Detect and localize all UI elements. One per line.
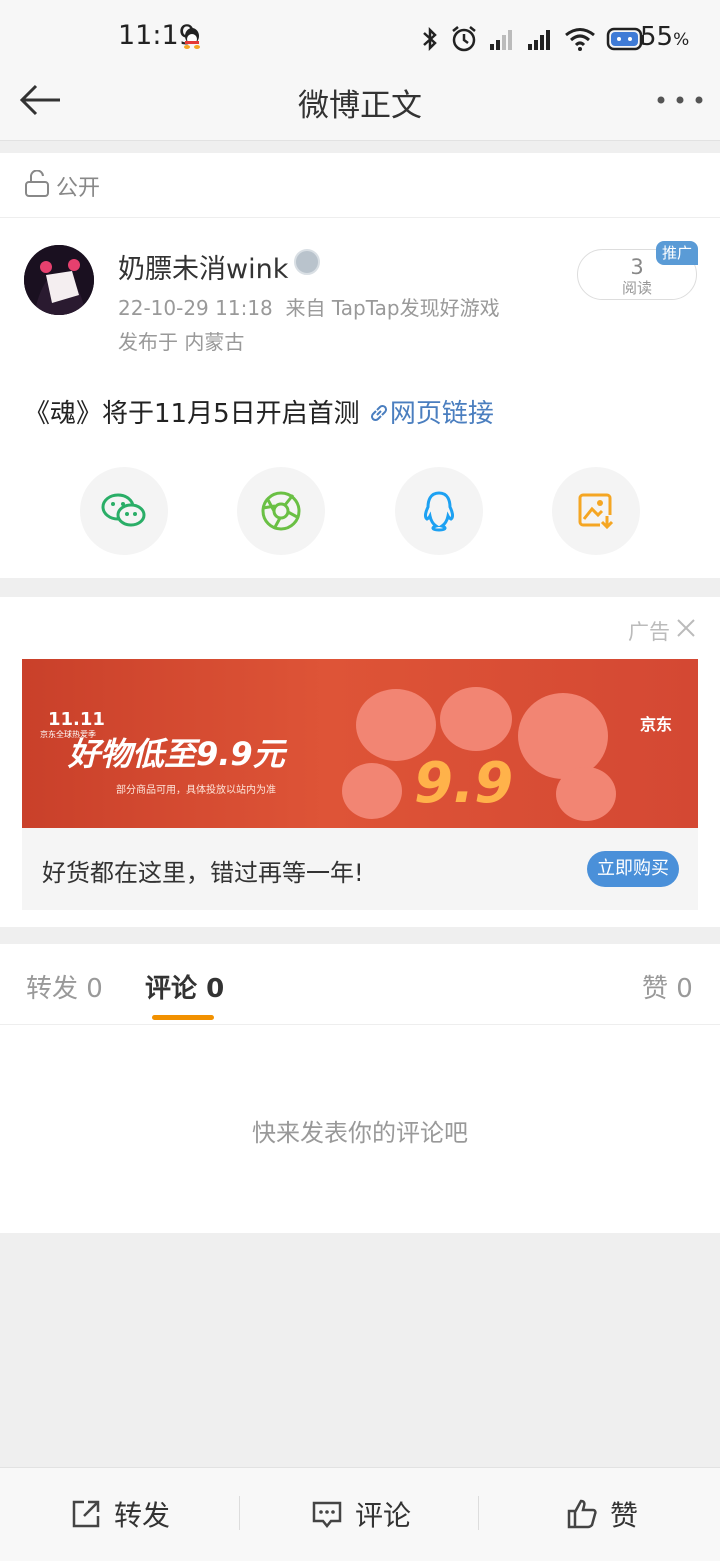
ad-banner[interactable]: 11.11 京东全球热爱季 好物低至9.9元 部分商品可用，具体投放以站内为准 … [22, 659, 698, 828]
share-moments-button[interactable] [237, 467, 325, 555]
tab-bar [0, 944, 720, 1025]
buy-now-button[interactable]: 立即购买 [587, 851, 679, 887]
post-timestamp: 22-10-29 11:18 [118, 296, 273, 320]
like-label: 赞 [610, 1499, 639, 1532]
post-location: 发布于 内蒙古 [118, 330, 245, 354]
status-icons [420, 22, 646, 56]
close-icon[interactable] [676, 618, 696, 638]
like-button[interactable]: 赞 [566, 1494, 638, 1534]
comment-icon [312, 1501, 342, 1529]
tab-likes-label: 赞 [642, 974, 669, 1004]
tab-repost-count: 0 [86, 974, 103, 1004]
tab-comments-count: 0 [206, 974, 225, 1004]
signal-1-icon [490, 30, 512, 50]
alarm-icon [452, 26, 476, 52]
username[interactable]: 奶膘未消wink [118, 247, 288, 286]
product-circle [342, 763, 402, 819]
web-link[interactable]: 网页链接 [368, 399, 494, 429]
visibility-row [0, 153, 720, 218]
visibility-label: 公开 [56, 176, 101, 201]
qq-icon [423, 491, 455, 532]
tab-repost[interactable]: 转发 0 [26, 968, 103, 1005]
more-options-icon[interactable] [655, 94, 705, 106]
read-label: 阅读 [621, 279, 652, 297]
unlock-icon [25, 170, 49, 197]
wifi-icon [565, 28, 595, 51]
tab-indicator [152, 1015, 214, 1020]
tab-comments[interactable]: 评论 0 [145, 968, 224, 1005]
promo-badge[interactable]: 推广 [656, 241, 698, 265]
bluetooth-icon [423, 26, 437, 52]
banner-headline: 好物低至9.9元 [68, 735, 285, 773]
product-circle [440, 687, 512, 751]
post-meta: 22-10-29 11:18 来自 TapTap发现好游戏 [118, 292, 500, 321]
tab-comments-label: 评论 [145, 974, 198, 1004]
link-icon [370, 404, 387, 422]
thumbs-up-icon [567, 1499, 597, 1529]
moments-icon [261, 491, 301, 531]
product-circle [556, 767, 616, 821]
repost-button[interactable]: 转发 [70, 1494, 170, 1534]
tab-repost-label: 转发 [26, 974, 79, 1004]
save-image-button[interactable] [552, 467, 640, 555]
qq-notification-icon [184, 28, 200, 49]
divider [478, 1496, 479, 1530]
tab-likes-count: 0 [676, 974, 693, 1004]
avatar[interactable] [24, 245, 94, 315]
save-image-icon [578, 493, 614, 530]
share-qq-button[interactable] [395, 467, 483, 555]
medal-icon [294, 249, 320, 275]
banner-event: 11.11 [48, 709, 105, 730]
battery-level: 55% [640, 22, 690, 52]
ad-label: 广告 [628, 620, 670, 644]
repost-label: 转发 [114, 1499, 171, 1532]
page-title: 微博正文 [298, 88, 422, 124]
post-source[interactable]: 来自 TapTap发现好游戏 [286, 296, 500, 320]
post-body: 《魂》将于11月5日开启首测 [24, 399, 360, 429]
divider [239, 1496, 240, 1530]
tab-likes[interactable]: 赞 0 [642, 968, 693, 1005]
banner-price: 9.9 [414, 751, 514, 816]
product-circle [518, 693, 608, 779]
share-wechat-button[interactable] [80, 467, 168, 555]
ad-caption: 好货都在这里，错过再等一年! [42, 859, 364, 887]
comment-label: 评论 [355, 1499, 412, 1532]
post-text: 《魂》将于11月5日开启首测 网页链接 [24, 393, 494, 430]
comment-button[interactable]: 评论 [311, 1494, 411, 1534]
signal-2-icon [528, 30, 550, 50]
repost-icon [72, 1500, 100, 1528]
empty-comments-text: 快来发表你的评论吧 [252, 1119, 468, 1147]
banner-note: 部分商品可用，具体投放以站内为准 [116, 785, 276, 796]
banner-brand: 京东 [640, 715, 673, 734]
avatar-image [24, 245, 94, 315]
web-link-label: 网页链接 [389, 399, 494, 429]
wechat-icon [101, 493, 146, 527]
